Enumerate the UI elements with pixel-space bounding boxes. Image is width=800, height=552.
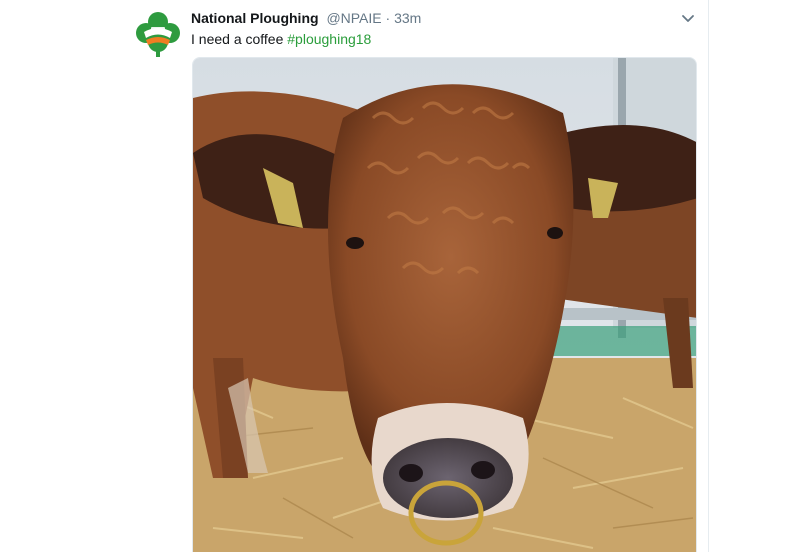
timestamp[interactable]: 33m (394, 10, 421, 26)
tweet[interactable]: National Ploughing @NPAIE · 33m I need a… (0, 0, 708, 552)
bull-photo (193, 58, 696, 552)
tweet-menu-button[interactable] (680, 11, 696, 27)
timeline-divider (708, 0, 709, 552)
tweet-body: I need a coffee (191, 31, 284, 47)
ploughing-shamrock-logo-icon (136, 12, 180, 57)
separator-dot: · (385, 10, 391, 26)
avatar[interactable] (134, 10, 182, 58)
chevron-down-icon (682, 15, 694, 22)
tweet-text: I need a coffee #ploughing18 (191, 30, 371, 48)
tweet-header: National Ploughing @NPAIE · 33m (191, 9, 421, 27)
tweet-photo[interactable] (192, 57, 697, 552)
user-handle[interactable]: @NPAIE (326, 10, 381, 26)
hashtag-link[interactable]: #ploughing18 (287, 31, 371, 47)
display-name[interactable]: National Ploughing (191, 10, 319, 26)
